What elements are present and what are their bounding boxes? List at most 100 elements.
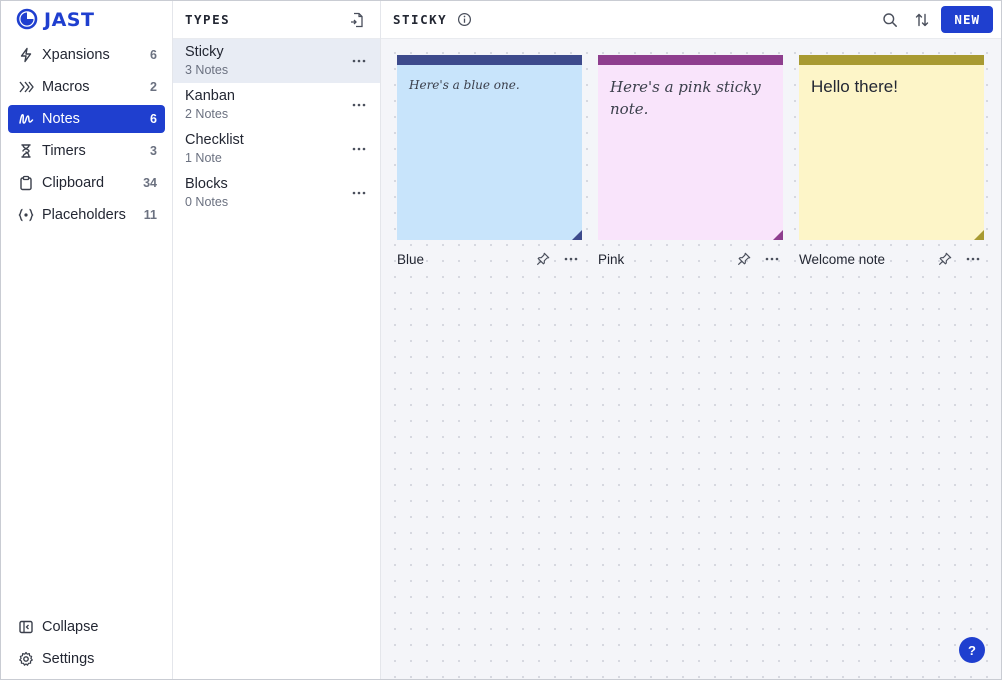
note-color-bar (598, 55, 783, 65)
logo-icon (16, 8, 38, 33)
collapse-button[interactable]: Collapse (8, 613, 165, 641)
note-corner (974, 230, 984, 240)
app-window: JAST Xpansions 6 Macros 2 Notes 6 Timers… (0, 0, 1002, 680)
note-card[interactable]: Hello there! (799, 55, 984, 240)
types-header: TYPES (173, 1, 380, 39)
more-options-icon[interactable] (761, 248, 783, 270)
more-options-icon[interactable] (350, 140, 368, 158)
note-footer: Blue (397, 240, 582, 278)
type-count: 1 Note (185, 150, 222, 165)
note-footer: Pink (598, 240, 783, 278)
sidebar-item-label: Timers (42, 143, 86, 159)
chevrons-right-icon (18, 79, 34, 95)
sidebar-item-label: Xpansions (42, 47, 110, 63)
type-text: Kanban 2 Notes (185, 88, 350, 121)
sidebar-item-timers[interactable]: Timers 3 (8, 137, 165, 165)
logo-text: JAST (44, 9, 95, 31)
logo: JAST (8, 1, 165, 39)
more-options-icon[interactable] (962, 248, 984, 270)
note-blue: Here's a blue one. Blue (397, 55, 582, 278)
pin-icon[interactable] (532, 248, 554, 270)
note-welcome: Hello there! Welcome note (799, 55, 984, 278)
sidebar-bottom: Collapse Settings (8, 613, 165, 673)
settings-label: Settings (42, 651, 95, 667)
sidebar-item-count: 2 (150, 80, 157, 94)
help-button[interactable]: ? (959, 637, 985, 663)
pin-icon[interactable] (733, 248, 755, 270)
lightning-icon (18, 47, 34, 63)
sidebar-item-label: Macros (42, 79, 90, 95)
note-body: Hello there! (799, 65, 984, 240)
note-text: Here's a pink sticky note. (610, 78, 761, 118)
note-label: Pink (598, 251, 625, 267)
note-body: Here's a pink sticky note. (598, 65, 783, 240)
type-name: Blocks (185, 176, 228, 193)
type-count: 0 Notes (185, 194, 229, 209)
brackets-icon (18, 207, 34, 223)
info-icon[interactable] (453, 9, 475, 31)
types-panel: TYPES Sticky 3 Notes Kanban 2 Notes Chec… (173, 1, 381, 679)
note-text: Hello there! (811, 77, 898, 96)
sidebar-item-notes[interactable]: Notes 6 (8, 105, 165, 133)
note-body: Here's a blue one. (397, 65, 582, 240)
sidebar-item-label: Notes (42, 111, 80, 127)
notes-grid: Here's a blue one. Blue Here's a pink st… (397, 55, 985, 278)
search-icon[interactable] (879, 9, 901, 31)
sidebar-item-xpansions[interactable]: Xpansions 6 (8, 41, 165, 69)
collapse-label: Collapse (42, 619, 99, 635)
note-card[interactable]: Here's a pink sticky note. (598, 55, 783, 240)
type-name: Checklist (185, 132, 244, 149)
type-item-sticky[interactable]: Sticky 3 Notes (173, 39, 380, 83)
note-card[interactable]: Here's a blue one. (397, 55, 582, 240)
sidebar-item-macros[interactable]: Macros 2 (8, 73, 165, 101)
sidebar-item-placeholders[interactable]: Placeholders 11 (8, 201, 165, 229)
clipboard-icon (18, 175, 34, 191)
note-corner (572, 230, 582, 240)
page-title: STICKY (393, 12, 448, 27)
sidebar-item-count: 6 (150, 48, 157, 62)
note-label: Welcome note (799, 251, 886, 267)
notes-board: Here's a blue one. Blue Here's a pink st… (381, 39, 1001, 679)
type-name: Sticky (185, 44, 224, 61)
sidebar-item-label: Clipboard (42, 175, 105, 191)
hourglass-icon (18, 143, 34, 159)
more-options-icon[interactable] (350, 52, 368, 70)
sidebar: JAST Xpansions 6 Macros 2 Notes 6 Timers… (1, 1, 173, 679)
note-corner (773, 230, 783, 240)
sort-icon[interactable] (911, 9, 933, 31)
main-header: STICKY NEW (381, 1, 1001, 39)
note-pink: Here's a pink sticky note. Pink (598, 55, 783, 278)
note-label: Blue (397, 251, 425, 267)
type-text: Sticky 3 Notes (185, 44, 350, 77)
sidebar-nav: Xpansions 6 Macros 2 Notes 6 Timers 3 Cl… (8, 41, 165, 229)
type-text: Checklist 1 Note (185, 132, 350, 165)
sidebar-item-count: 34 (143, 176, 157, 190)
type-count: 2 Notes (185, 106, 229, 121)
type-item-kanban[interactable]: Kanban 2 Notes (173, 83, 380, 127)
new-note-button[interactable]: NEW (941, 6, 993, 33)
note-footer: Welcome note (799, 240, 984, 278)
note-color-bar (397, 55, 582, 65)
sidebar-item-clipboard[interactable]: Clipboard 34 (8, 169, 165, 197)
scribble-icon (18, 111, 34, 127)
type-count: 3 Notes (185, 62, 229, 77)
sidebar-item-count: 3 (150, 144, 157, 158)
main-panel: STICKY NEW Here's a blue one. Blue Here'… (381, 1, 1001, 679)
types-title: TYPES (185, 12, 231, 27)
note-color-bar (799, 55, 984, 65)
type-item-checklist[interactable]: Checklist 1 Note (173, 127, 380, 171)
sidebar-collapse-icon (18, 619, 34, 635)
type-text: Blocks 0 Notes (185, 176, 350, 209)
more-options-icon[interactable] (350, 96, 368, 114)
sidebar-item-count: 11 (143, 208, 157, 222)
pin-icon[interactable] (934, 248, 956, 270)
sidebar-item-label: Placeholders (42, 207, 126, 223)
type-name: Kanban (185, 88, 235, 105)
sidebar-item-count: 6 (150, 112, 157, 126)
settings-button[interactable]: Settings (8, 645, 165, 673)
more-options-icon[interactable] (560, 248, 582, 270)
type-item-blocks[interactable]: Blocks 0 Notes (173, 171, 380, 215)
more-options-icon[interactable] (350, 184, 368, 202)
import-icon[interactable] (346, 9, 368, 31)
note-text: Here's a blue one. (409, 78, 520, 92)
